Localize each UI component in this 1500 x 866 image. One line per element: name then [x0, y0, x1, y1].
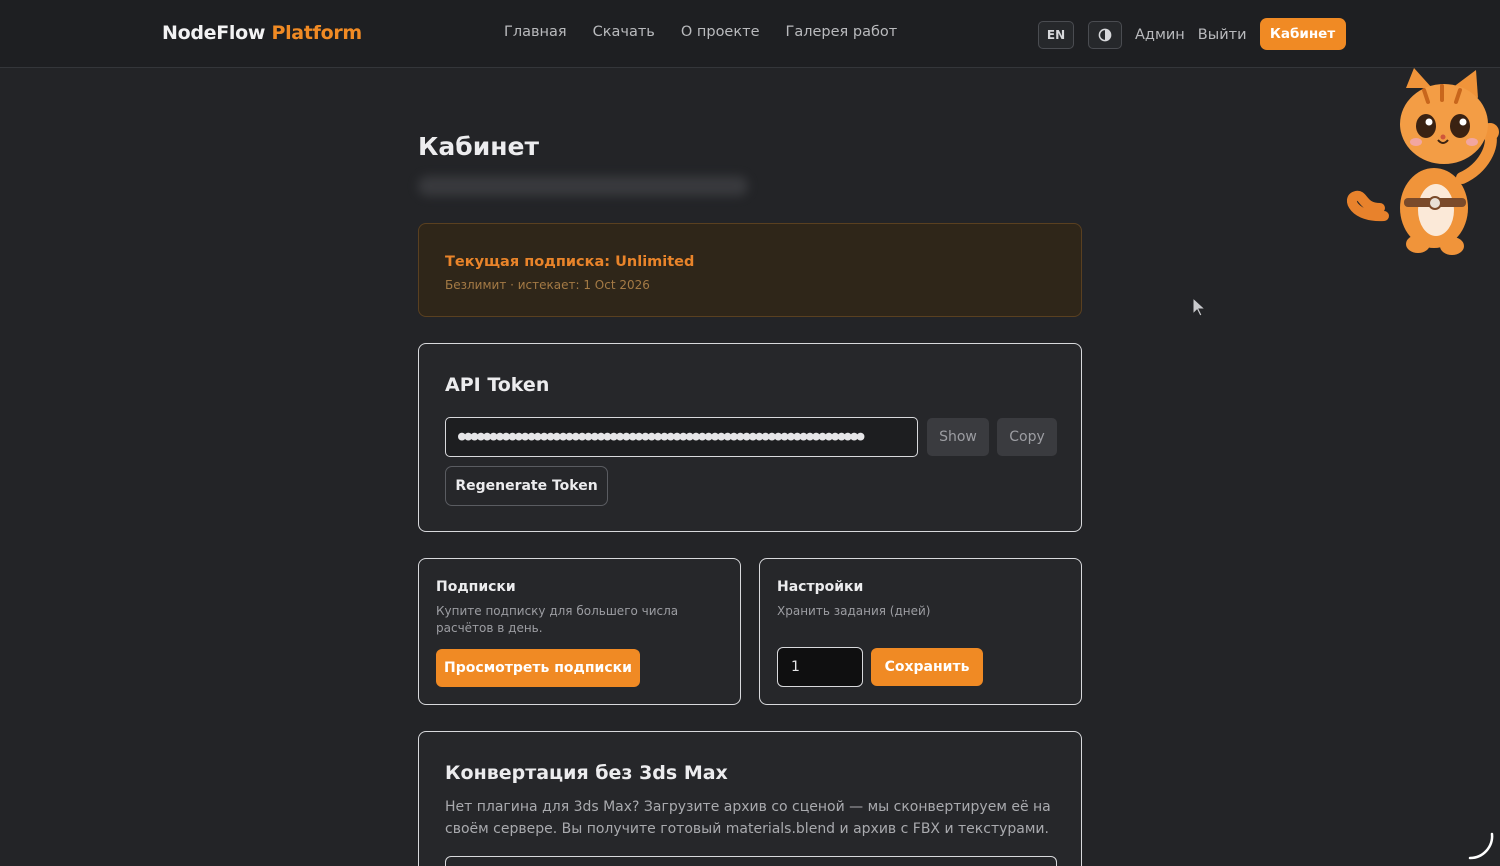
- brand-name: NodeFlow: [162, 22, 266, 44]
- conversion-description: Нет плагина для 3ds Max? Загрузите архив…: [445, 799, 1051, 837]
- regenerate-token-button[interactable]: Regenerate Token: [445, 466, 608, 506]
- mouse-cursor-icon: [1192, 296, 1207, 317]
- admin-link[interactable]: Админ: [1135, 27, 1185, 43]
- logout-link[interactable]: Выйти: [1198, 27, 1247, 43]
- view-subscriptions-button[interactable]: Просмотреть подписки: [436, 649, 640, 687]
- top-navbar: NodeFlow Platform Главная Скачать О прое…: [0, 0, 1500, 68]
- conversion-card: Конвертация без 3ds Max Нет плагина для …: [418, 731, 1082, 866]
- subscription-title: Текущая подписка: Unlimited: [445, 254, 695, 270]
- main-nav: Главная Скачать О проекте Галерея работ: [504, 24, 897, 40]
- contrast-icon: [1098, 28, 1112, 42]
- api-token-title: API Token: [445, 374, 550, 396]
- conversion-title: Конвертация без 3ds Max: [445, 762, 728, 784]
- nav-home[interactable]: Главная: [504, 24, 567, 40]
- subscriptions-card: Подписки Купите подписку для большего чи…: [418, 558, 741, 705]
- save-settings-button[interactable]: Сохранить: [871, 648, 983, 686]
- brand-logo[interactable]: NodeFlow Platform: [162, 22, 362, 44]
- brand-accent: Platform: [271, 22, 362, 44]
- page-title: Кабинет: [418, 132, 539, 161]
- user-nav: EN Админ Выйти Кабинет: [1038, 18, 1346, 50]
- subscription-meta: Безлимит · истекает: 1 Oct 2026: [445, 278, 650, 292]
- cat-mascot-icon: [1347, 68, 1499, 255]
- settings-card: Настройки Хранить задания (дней) 1 Сохра…: [759, 558, 1082, 705]
- retention-days-input[interactable]: 1: [777, 647, 863, 687]
- copy-token-button[interactable]: Copy: [997, 418, 1057, 456]
- show-token-button[interactable]: Show: [927, 418, 989, 456]
- loading-spinner-icon: [1468, 832, 1494, 860]
- nav-about[interactable]: О проекте: [681, 24, 760, 40]
- api-token-card: API Token ●●●●●●●●●●●●●●●●●●●●●●●●●●●●●●…: [418, 343, 1082, 532]
- api-token-input[interactable]: ●●●●●●●●●●●●●●●●●●●●●●●●●●●●●●●●●●●●●●●●…: [445, 417, 918, 457]
- settings-title: Настройки: [777, 579, 864, 595]
- nav-gallery[interactable]: Галерея работ: [785, 24, 897, 40]
- nav-download[interactable]: Скачать: [593, 24, 655, 40]
- settings-description: Хранить задания (дней): [777, 604, 931, 618]
- blurred-user-email: [418, 176, 748, 196]
- subscriptions-description: Купите подписку для большего числа расчё…: [436, 604, 679, 635]
- theme-toggle-button[interactable]: [1088, 21, 1122, 49]
- language-toggle-button[interactable]: EN: [1038, 21, 1074, 49]
- upload-dropzone[interactable]: [445, 856, 1057, 866]
- subscription-status-card: Текущая подписка: Unlimited Безлимит · и…: [418, 223, 1082, 317]
- subscriptions-title: Подписки: [436, 579, 516, 595]
- cabinet-button[interactable]: Кабинет: [1259, 18, 1346, 50]
